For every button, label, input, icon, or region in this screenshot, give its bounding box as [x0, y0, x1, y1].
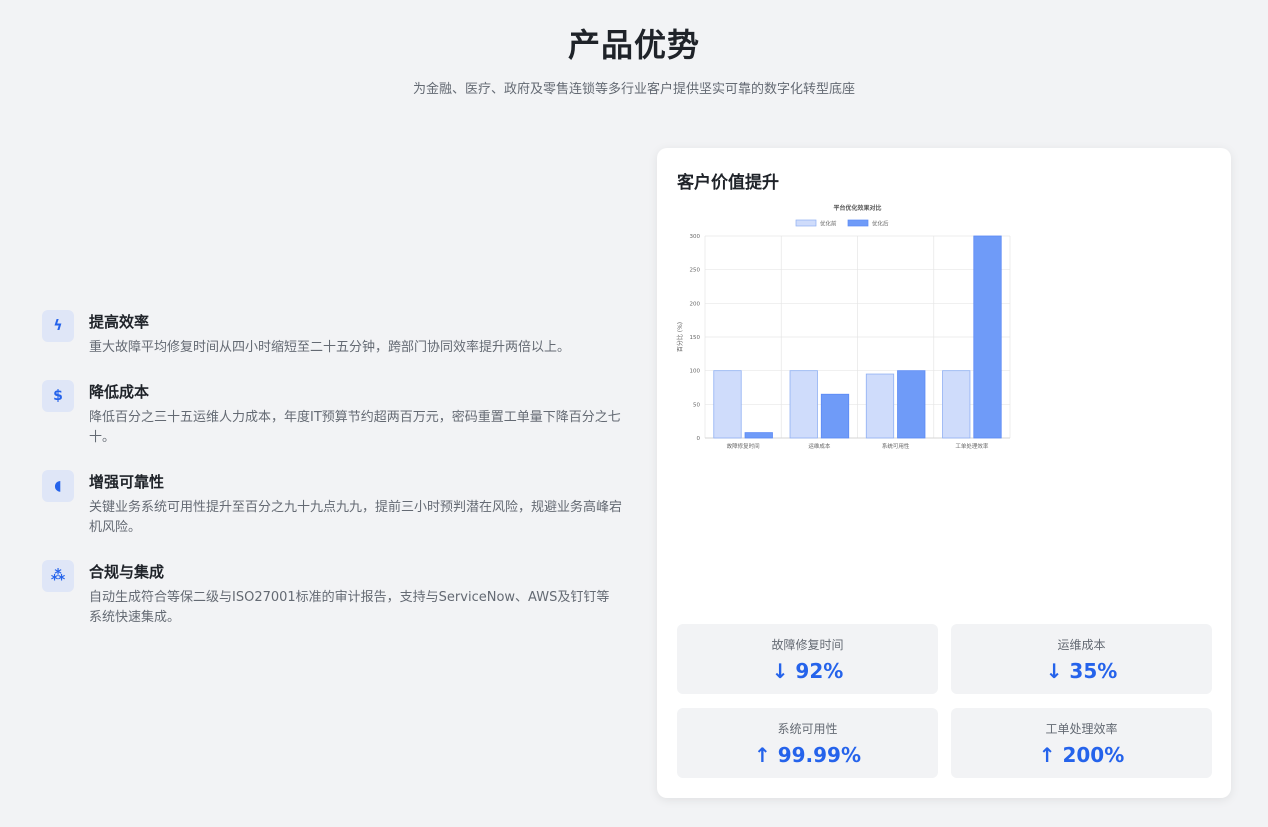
page-title: 产品优势	[567, 26, 700, 64]
bar-0-1	[744, 432, 773, 439]
chart-title: 平台优化效果对比	[833, 204, 881, 212]
shield-icon: ◖	[42, 470, 74, 502]
customer-value-card: 客户价值提升 平台优化效果对比优化前 优化后 0 50 100 150 200 250 300 百…	[657, 148, 1231, 798]
x-tick-label-0: 故障修复时间	[727, 442, 760, 450]
bar-2-0	[865, 373, 895, 439]
feature-item-compliance: ⁂ 合规与集成 自动生成符合等保二级与ISO27001标准的审计报告，支持与Se…	[42, 560, 622, 628]
y-tick-label-1: 50	[693, 402, 700, 408]
lightning-icon: ϟ	[42, 310, 74, 342]
feature-desc: 自动生成符合等保二级与ISO27001标准的审计报告，支持与ServiceNow…	[89, 590, 610, 625]
dollar-icon: $	[42, 380, 74, 412]
y-tick-label-3: 150	[690, 335, 701, 341]
stat-card-availability: 系统可用性 ↑ 99.99%	[677, 708, 938, 778]
stat-card-ops-cost: 运维成本 ↓ 35%	[951, 624, 1212, 694]
feature-desc: 降低百分之三十五运维人力成本，年度IT预算节约超两百万元，密码重置工单量下降百分…	[89, 410, 621, 445]
bar-0-0	[713, 370, 742, 439]
y-tick-label-5: 250	[690, 268, 701, 274]
legend-label-0: 优化前	[820, 220, 837, 228]
feature-title: 提高效率	[89, 313, 150, 331]
y-tick-label-0: 0	[697, 436, 701, 442]
feature-title: 合规与集成	[89, 563, 165, 581]
feature-item-cost: $ 降低成本 降低百分之三十五运维人力成本，年度IT预算节约超两百万元，密码重置…	[42, 380, 622, 448]
feature-desc: 关键业务系统可用性提升至百分之九十九点九九，提前三小时预判潜在风险，规避业务高峰…	[89, 500, 623, 535]
stat-card-repair-time: 故障修复时间 ↓ 92%	[677, 624, 938, 694]
legend-swatch-1	[847, 219, 869, 227]
x-tick-label-1: 运维成本	[808, 442, 831, 450]
feature-list: ϟ 提高效率 重大故障平均修复时间从四小时缩短至二十五分钟，跨部门协同效率提升两…	[42, 310, 622, 650]
y-tick-label-4: 200	[690, 301, 701, 307]
stat-label: 系统可用性	[777, 721, 838, 736]
x-tick-label-2: 系统可用性	[882, 442, 910, 450]
bar-3-1	[973, 235, 1002, 439]
feature-item-reliability: ◖ 增强可靠性 关键业务系统可用性提升至百分之九十九点九九，提前三小时预判潜在风…	[42, 470, 622, 538]
page-subtitle: 为金融、医疗、政府及零售连锁等多行业客户提供坚实可靠的数字化转型底座	[412, 82, 855, 97]
bar-3-0	[942, 370, 971, 439]
bar-1-1	[820, 393, 850, 439]
comparison-bar-chart: 平台优化效果对比优化前 优化后 0 50 100 150 200 250 300 百分比 (%) 故…	[676, 204, 1011, 450]
feature-item-efficiency: ϟ 提高效率 重大故障平均修复时间从四小时缩短至二十五分钟，跨部门协同效率提升两…	[42, 310, 622, 358]
stat-value: ↑ 99.99%	[753, 742, 862, 767]
sitemap-icon: ⁂	[42, 560, 74, 592]
stats-grid: 故障修复时间 ↓ 92% 运维成本 ↓ 35% 系统可用性 ↑ 99.99% 工…	[677, 624, 1212, 778]
stat-label: 运维成本	[1057, 637, 1106, 652]
stat-label: 工单处理效率	[1045, 721, 1118, 736]
bar-1-0	[789, 370, 818, 439]
stat-label: 故障修复时间	[771, 637, 844, 652]
card-title: 客户价值提升	[677, 173, 779, 193]
legend-swatch-0	[795, 219, 817, 227]
y-axis-label: 百分比 (%)	[676, 322, 684, 352]
stat-card-ticket-efficiency: 工单处理效率 ↑ 200%	[951, 708, 1212, 778]
y-tick-label-2: 100	[690, 369, 701, 375]
feature-title: 降低成本	[89, 383, 150, 401]
feature-title: 增强可靠性	[89, 473, 165, 491]
legend-label-1: 优化后	[872, 220, 889, 228]
stat-value: ↑ 200%	[1038, 742, 1125, 767]
bar-2-1	[897, 370, 926, 439]
stat-value: ↓ 92%	[771, 658, 844, 683]
stat-value: ↓ 35%	[1045, 658, 1118, 683]
y-tick-label-6: 300	[690, 234, 701, 240]
feature-desc: 重大故障平均修复时间从四小时缩短至二十五分钟，跨部门协同效率提升两倍以上。	[89, 340, 571, 355]
x-tick-label-3: 工单处理效率	[955, 442, 989, 450]
